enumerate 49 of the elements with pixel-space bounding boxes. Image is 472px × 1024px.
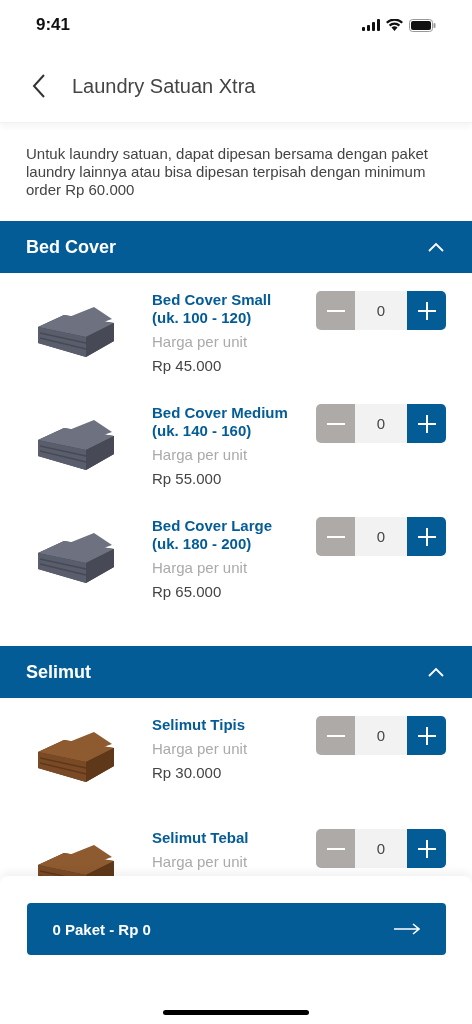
increase-button[interactable] <box>407 829 446 868</box>
product-name: Selimut Tebal <box>152 829 250 847</box>
arrow-right-icon <box>393 923 420 935</box>
section-header[interactable]: Selimut <box>0 646 472 698</box>
product-price: Rp 45.000 <box>152 356 223 376</box>
increase-button[interactable] <box>407 404 446 443</box>
product-price: Rp 65.000 <box>152 582 223 602</box>
price-label: Harga per unit <box>152 739 249 759</box>
description-text: Untuk laundry satuan, dapat dipesan bersama dengan paket laundry lainnya atau bisa dipesan terpisah dengan minimum order Rp 60.000 <box>25 144 429 200</box>
quantity-value: 0 <box>355 517 407 556</box>
chevron-up-icon <box>428 667 444 677</box>
page-title: Laundry Satuan Xtra <box>72 74 256 98</box>
increase-button[interactable] <box>407 716 446 755</box>
minus-icon <box>326 535 345 538</box>
section-header[interactable]: Bed Cover <box>0 221 472 273</box>
wifi-icon <box>386 19 403 31</box>
product-name: Bed Cover Small (uk. 100 - 120) <box>152 291 273 327</box>
increase-button[interactable] <box>407 517 446 556</box>
checkout-button[interactable]: 0 Paket - Rp 0 <box>26 903 446 955</box>
product-name: Bed Cover Large (uk. 180 - 200) <box>152 517 274 553</box>
plus-icon <box>417 414 436 433</box>
price-label: Harga per unit <box>152 332 249 352</box>
price-label: Harga per unit <box>152 558 249 578</box>
back-icon <box>32 74 46 98</box>
price-label: Harga per unit <box>152 445 249 465</box>
quantity-value: 0 <box>355 716 407 755</box>
product-price: Rp 30.000 <box>152 763 223 783</box>
quantity-value: 0 <box>355 829 407 868</box>
product-price: Rp 55.000 <box>152 469 223 489</box>
price-label: Harga per unit <box>152 852 249 872</box>
plus-icon <box>417 839 436 858</box>
minus-icon <box>326 734 345 737</box>
increase-button[interactable] <box>407 291 446 330</box>
chevron-up-icon <box>428 242 444 252</box>
quantity-value: 0 <box>355 404 407 443</box>
battery-icon <box>409 18 436 32</box>
plus-icon <box>417 726 436 745</box>
product-name: Selimut Tipis <box>152 716 247 734</box>
status-time: 9:41 <box>36 15 71 35</box>
minus-icon <box>326 847 345 850</box>
quantity-value: 0 <box>355 291 407 330</box>
product-name: Bed Cover Medium (uk. 140 - 160) <box>152 404 289 440</box>
plus-icon <box>417 301 436 320</box>
plus-icon <box>417 527 436 546</box>
minus-icon <box>326 422 345 425</box>
section-title: Bed Cover <box>26 236 117 258</box>
minus-icon <box>326 309 345 312</box>
section-title: Selimut <box>26 661 91 683</box>
signal-icon <box>362 19 380 31</box>
